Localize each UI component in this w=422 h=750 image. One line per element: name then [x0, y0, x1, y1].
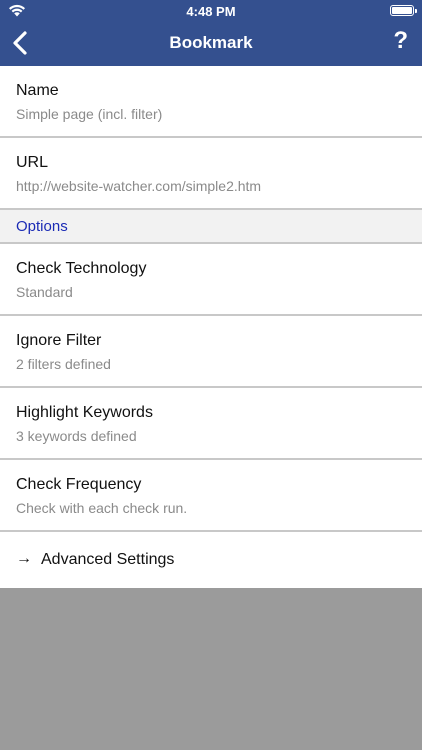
- status-bar: 4:48 PM: [0, 0, 422, 22]
- name-value: Simple page (incl. filter): [16, 106, 163, 122]
- app-header: 4:48 PM Bookmark ?: [0, 0, 422, 66]
- navigation-bar: Bookmark ?: [0, 22, 422, 66]
- battery-icon: [390, 5, 417, 16]
- name-label: Name: [16, 82, 59, 99]
- options-header-label: Options: [16, 218, 68, 235]
- ignore-filter-value: 2 filters defined: [16, 356, 111, 372]
- check-technology-row[interactable]: Check Technology Standard: [0, 244, 422, 316]
- arrow-right-icon: →: [16, 550, 32, 567]
- settings-list: Name Simple page (incl. filter) URL http…: [0, 66, 422, 588]
- page-title: Bookmark: [169, 33, 253, 52]
- status-time: 4:48 PM: [186, 4, 236, 19]
- highlight-keywords-row[interactable]: Highlight Keywords 3 keywords defined: [0, 388, 422, 460]
- check-frequency-row[interactable]: Check Frequency Check with each check ru…: [0, 460, 422, 532]
- options-section-header: Options: [0, 210, 422, 244]
- check-technology-label: Check Technology: [16, 260, 147, 277]
- check-technology-value: Standard: [16, 284, 73, 300]
- ignore-filter-row[interactable]: Ignore Filter 2 filters defined: [0, 316, 422, 388]
- help-button[interactable]: ?: [393, 27, 408, 55]
- advanced-settings-label: Advanced Settings: [41, 551, 175, 568]
- url-value: http://website-watcher.com/simple2.htm: [16, 178, 262, 194]
- advanced-settings-row[interactable]: → Advanced Settings: [0, 532, 422, 588]
- name-row[interactable]: Name Simple page (incl. filter): [0, 66, 422, 138]
- ignore-filter-label: Ignore Filter: [16, 332, 102, 349]
- highlight-keywords-label: Highlight Keywords: [16, 404, 153, 421]
- highlight-keywords-value: 3 keywords defined: [16, 428, 137, 444]
- url-label: URL: [16, 154, 49, 171]
- url-row[interactable]: URL http://website-watcher.com/simple2.h…: [0, 138, 422, 210]
- check-frequency-value: Check with each check run.: [16, 500, 188, 516]
- check-frequency-label: Check Frequency: [16, 476, 142, 493]
